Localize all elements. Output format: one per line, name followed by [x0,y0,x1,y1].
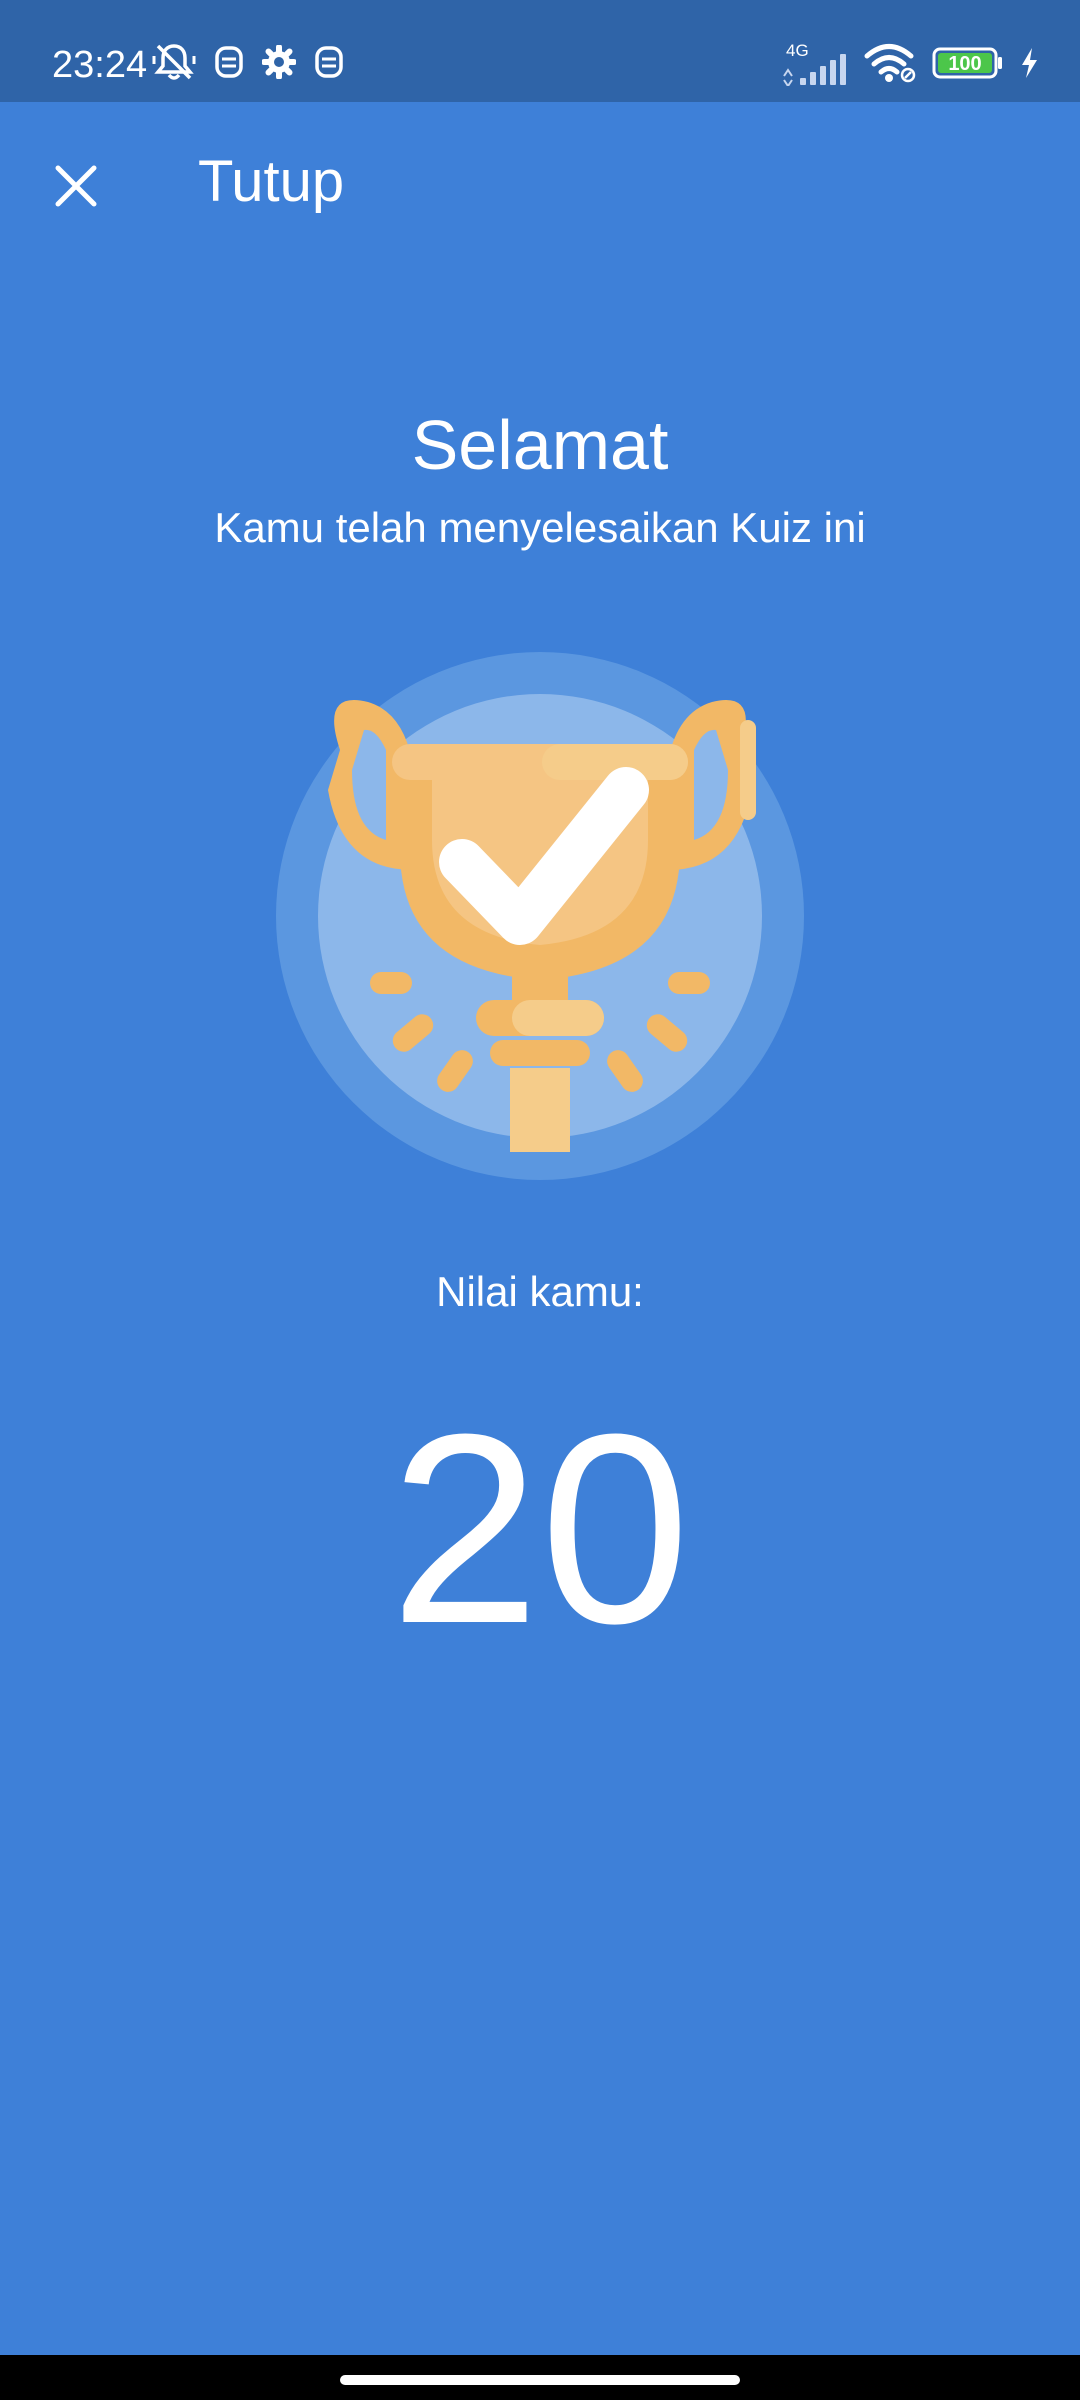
home-indicator[interactable] [340,2375,740,2385]
battery-level: 100 [948,53,981,75]
trophy-check-icon [276,652,804,1180]
score-value: 20 [389,1379,691,1680]
status-bar: 23:24 4G 100 [0,0,1080,102]
navigation-bar [0,2355,1080,2400]
signal-icon: 4G [783,41,846,86]
network-type: 4G [786,41,809,60]
score-label: Nilai kamu: [436,1268,644,1315]
close-icon [55,165,97,207]
battery-icon: 100 [932,47,1002,79]
gear-icon [262,45,296,79]
app-notification-icon [215,46,243,78]
header-bar: Tutup [0,102,1080,262]
trophy-illustration [272,640,808,1192]
app-notification-icon [315,46,343,78]
status-time: 23:24 [52,44,148,86]
charging-icon [1022,48,1037,78]
close-button[interactable] [40,150,112,222]
status-icons-right: 4G 100 [780,40,1040,86]
close-label[interactable]: Tutup [198,144,344,220]
status-icons-left [152,42,344,82]
page-title: Selamat [411,406,669,484]
wifi-icon [864,44,916,83]
page-subtitle: Kamu telah menyelesaikan Kuiz ini [214,504,866,551]
bell-off-icon [152,44,196,80]
